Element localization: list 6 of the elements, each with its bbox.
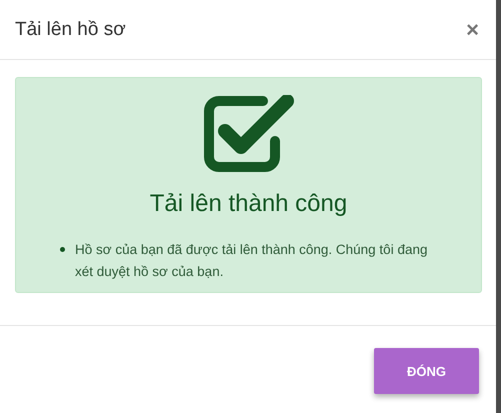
close-dialog-button[interactable]: ĐÓNG [374, 348, 479, 394]
dialog-title: Tải lên hồ sơ [15, 18, 126, 40]
close-button[interactable]: × [466, 18, 479, 40]
alert-heading: Tải lên thành công [150, 190, 348, 218]
bullet-icon [60, 247, 65, 252]
alert-message: Hồ sơ của bạn đã được tải lên thành công. Chúng tôi đang xét duyệt hồ sơ của bạn. [75, 241, 428, 281]
